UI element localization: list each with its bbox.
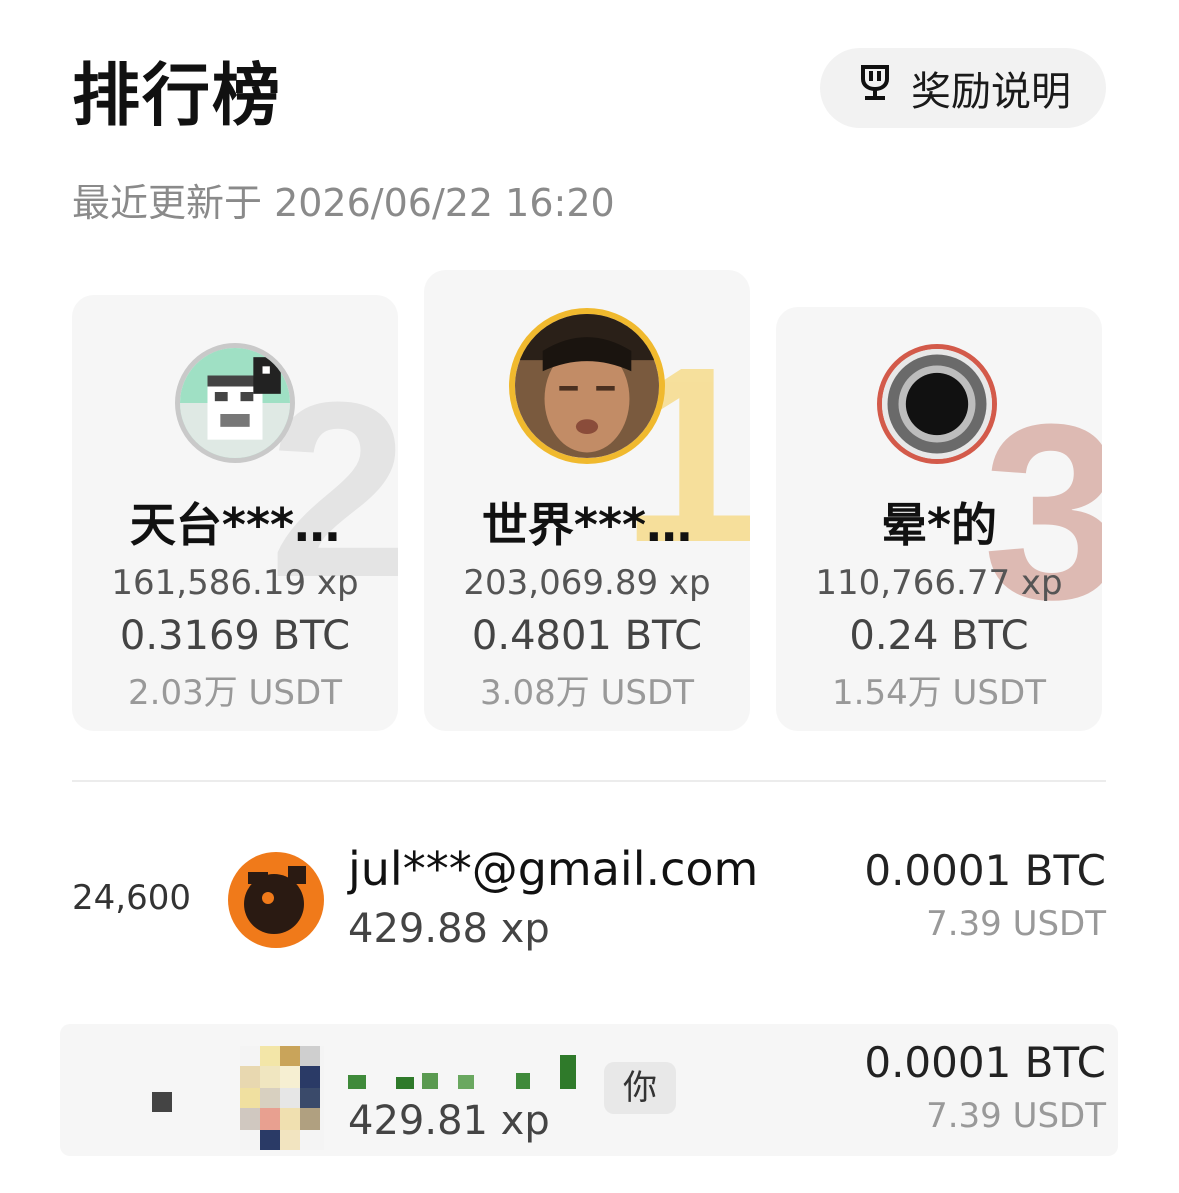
row-rank: 24,600 (72, 878, 191, 918)
podium-name: 晕*的 (880, 498, 998, 552)
podium-usdt: 3.08万 USDT (480, 673, 694, 713)
podium-name: 世界***… (481, 498, 693, 552)
username-obscured (348, 1050, 588, 1104)
row-usdt: 7.39 USDT (926, 904, 1106, 944)
podium-name: 天台***… (129, 498, 341, 552)
podium-usdt: 2.03万 USDT (128, 673, 342, 713)
avatar (877, 344, 997, 464)
podium-card-first[interactable]: 1 世界***… 203,069.89 xp 0.4801 BTC 3.08万 … (424, 270, 750, 731)
row-xp: 429.88 xp (348, 906, 550, 952)
row-usdt: 7.39 USDT (926, 1096, 1106, 1136)
podium-card-third[interactable]: 3 晕*的 110,766.77 xp 0.24 BTC 1.54万 USDT (776, 307, 1102, 731)
row-btc: 0.0001 BTC (864, 1038, 1106, 1087)
row-btc: 0.0001 BTC (864, 846, 1106, 895)
podium-xp: 161,586.19 xp (111, 563, 359, 603)
last-updated-text: 最近更新于 2026/06/22 16:20 (72, 181, 615, 225)
podium-xp: 203,069.89 xp (463, 563, 711, 603)
podium-xp: 110,766.77 xp (815, 563, 1063, 603)
avatar (509, 308, 665, 464)
avatar (175, 343, 295, 463)
row-xp: 429.81 xp (348, 1098, 550, 1144)
podium-btc: 0.4801 BTC (471, 613, 703, 659)
rewards-info-button[interactable]: 奖励说明 (820, 48, 1106, 128)
avatar (228, 852, 324, 948)
divider (72, 780, 1106, 782)
podium-btc: 0.3169 BTC (119, 613, 351, 659)
trophy-icon (855, 63, 895, 113)
rewards-info-label: 奖励说明 (911, 69, 1071, 115)
leaderboard-row[interactable]: 24,600 jul***@gmail.com 429.88 xp 0.0001… (60, 830, 1118, 970)
podium-btc: 0.24 BTC (849, 613, 1029, 659)
avatar-obscured (240, 1046, 324, 1150)
you-badge: 你 (604, 1062, 676, 1114)
podium-card-second[interactable]: 2 天台***… 161,586.19 xp 0.3169 BTC 2.03万 … (72, 295, 398, 731)
row-rank-obscured (72, 1080, 172, 1120)
current-user-row[interactable]: 你 429.81 xp 0.0001 BTC 7.39 USDT (60, 1024, 1118, 1156)
page-title: 排行榜 (72, 57, 283, 136)
row-username: jul***@gmail.com (348, 842, 759, 896)
podium-usdt: 1.54万 USDT (832, 673, 1046, 713)
